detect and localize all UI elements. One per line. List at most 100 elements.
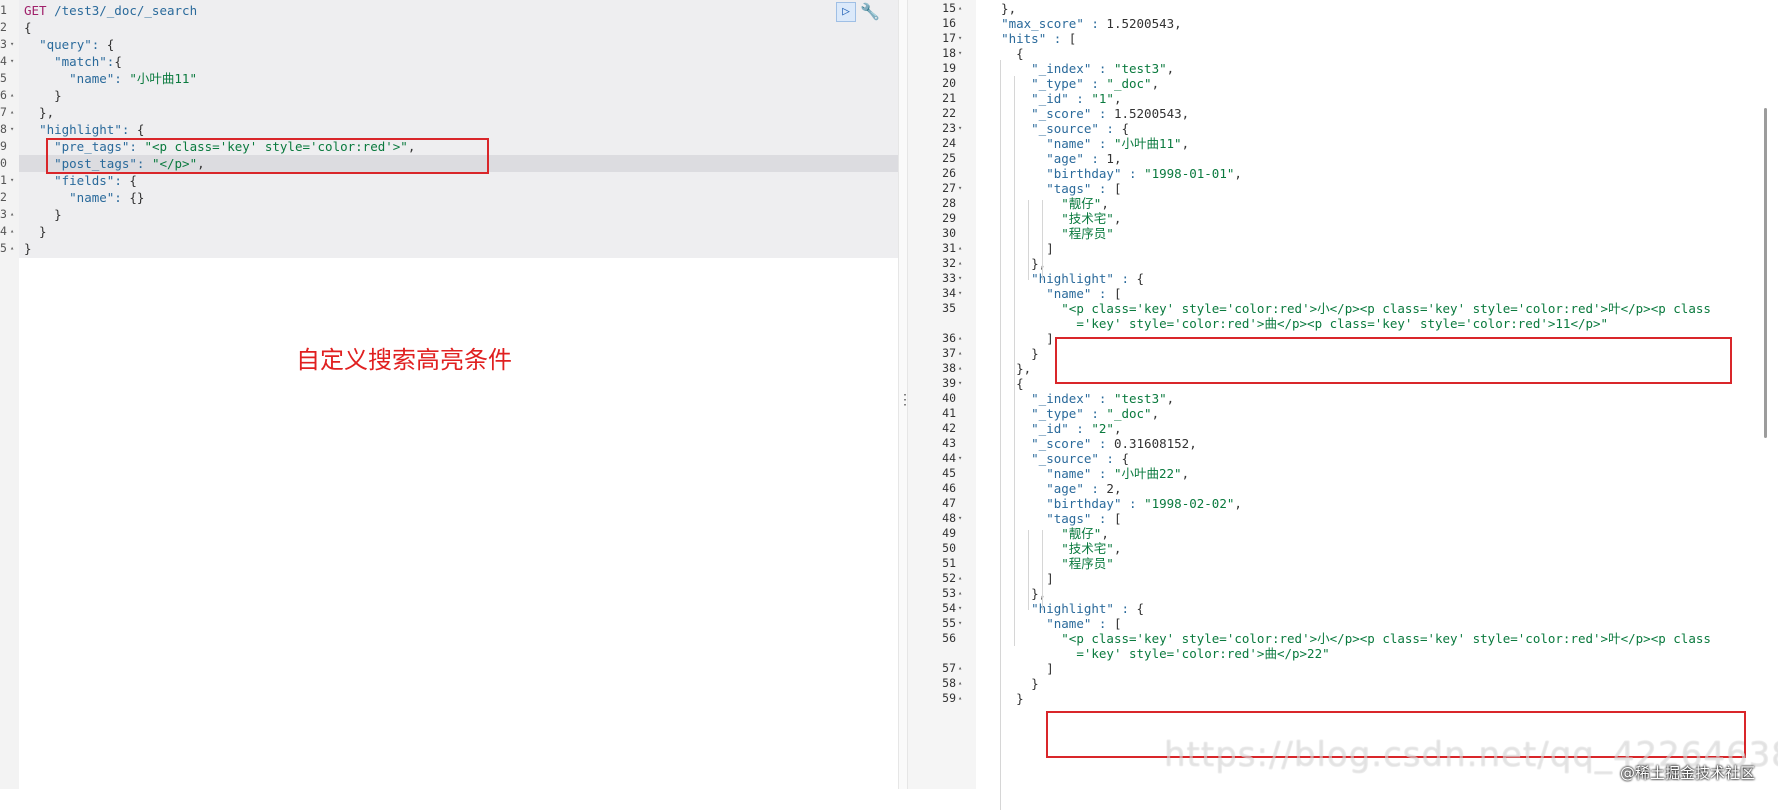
response-code-line: "highlight" : { [1031,601,1145,616]
indent-guide [1042,530,1043,610]
response-line-number: 22 [942,106,956,120]
response-code-line: "name" : [ [1046,286,1122,301]
code-line[interactable]: } [24,87,62,104]
vertical-dots-icon[interactable]: ⋮ [898,392,912,408]
fold-open-icon[interactable]: ▾ [958,286,962,301]
fold-open-icon[interactable]: ▾ [958,121,962,136]
response-line-number: 53 [942,586,956,600]
code-line[interactable]: } [24,240,32,257]
response-line-number: 21 [942,91,956,105]
watermark: @稀土掘金技术社区 [1620,764,1756,782]
response-code-line: "_score" : 0.31608152, [1031,436,1197,451]
fold-close-icon[interactable]: ▴ [958,661,962,676]
fold-close-icon[interactable]: ▴ [10,223,14,240]
response-code-line: "tags" : [ [1046,511,1122,526]
run-request-button[interactable]: ▷ [836,2,856,22]
code-line[interactable]: }, [24,104,54,121]
response-code-line: "max_score" : 1.5200543, [1001,16,1182,31]
line-number: 4 ▾ [0,53,15,70]
fold-open-icon[interactable]: ▾ [958,271,962,286]
code-line[interactable]: "query": { [24,36,114,53]
fold-open-icon[interactable]: ▾ [958,601,962,616]
fold-close-icon[interactable]: ▴ [10,240,14,257]
response-line-number: 29 [942,211,956,225]
fold-close-icon[interactable]: ▴ [958,586,962,601]
response-code-line: "birthday" : "1998-01-01", [1046,166,1242,181]
code-line[interactable]: "highlight": { [24,121,144,138]
response-code-line: "_source" : { [1031,451,1130,466]
fold-open-icon[interactable]: ▾ [10,53,14,70]
response-code-line: ] [986,331,1054,346]
fold-open-icon[interactable]: ▾ [958,376,962,391]
indent-guide [1000,60,1001,810]
response-line-number: 54 [942,601,956,615]
fold-close-icon[interactable]: ▴ [958,571,962,586]
fold-open-icon[interactable]: ▾ [10,172,14,189]
response-line-number: 16 [942,16,956,30]
code-line[interactable]: "match":{ [24,53,122,70]
response-scrollbar[interactable] [1764,108,1767,438]
response-code-line: "<p class='key' style='color:red'>小</p><… [1061,301,1711,316]
fold-open-icon[interactable]: ▾ [958,46,962,61]
response-line-number: 40 [942,391,956,405]
response-line-number: 48 [942,511,956,525]
response-code-line: ] [986,661,1054,676]
fold-close-icon[interactable]: ▴ [10,87,14,104]
code-line[interactable]: { [24,19,32,36]
request-line[interactable]: GET /test3/_doc/_search [24,2,197,19]
fold-close-icon[interactable]: ▴ [10,206,14,223]
response-code-line: }, [986,361,1032,376]
response-code-line: { [986,376,1024,391]
response-line-number: 32 [942,256,956,270]
fold-close-icon[interactable]: ▴ [10,104,14,121]
fold-close-icon[interactable]: ▴ [958,256,962,271]
response-line-number: 56 [942,631,956,645]
response-code-line: ] [986,241,1054,256]
response-code-line: "_id" : "2", [1031,421,1122,436]
response-code-line: "技术宅", [1061,541,1122,556]
fold-open-icon[interactable]: ▾ [958,181,962,196]
response-code-line: "name" : [ [1046,616,1122,631]
response-line-number: 34 [942,286,956,300]
response-line-number: 58 [942,676,956,690]
response-line-number: 59 [942,691,956,705]
fold-close-icon[interactable]: ▴ [958,331,962,346]
fold-close-icon[interactable]: ▴ [958,361,962,376]
fold-close-icon[interactable]: ▴ [958,691,962,706]
response-line-number: 55 [942,616,956,630]
fold-close-icon[interactable]: ▴ [958,1,962,16]
response-line-number: 26 [942,166,956,180]
response-line-number: 35 [942,301,956,315]
fold-open-icon[interactable]: ▾ [10,36,14,53]
code-line[interactable]: "fields": { [24,172,137,189]
response-code-line: { [986,46,1024,61]
code-line[interactable]: "name": "小叶曲11" [24,70,197,87]
indent-guide [1014,76,1015,646]
response-code-line: "_type" : "_doc", [1031,76,1160,91]
response-code-line: ] [986,571,1054,586]
response-code-line: "birthday" : "1998-02-02", [1046,496,1242,511]
code-line[interactable]: } [24,223,47,240]
code-line[interactable]: "name": {} [24,189,144,206]
response-code-line: "靓仔", [1061,196,1109,211]
fold-close-icon[interactable]: ▴ [958,346,962,361]
response-line-number: 18 [942,46,956,60]
play-icon: ▷ [842,4,850,19]
fold-open-icon[interactable]: ▾ [10,121,14,138]
request-path: /test3/_doc/_search [46,3,198,18]
response-code-line: "age" : 1, [1046,151,1122,166]
fold-close-icon[interactable]: ▴ [958,241,962,256]
fold-open-icon[interactable]: ▾ [958,31,962,46]
response-code-line: "靓仔", [1061,526,1109,541]
fold-open-icon[interactable]: ▾ [958,616,962,631]
wrench-icon[interactable]: 🔧 [860,2,880,22]
response-code-line: "<p class='key' style='color:red'>小</p><… [1061,631,1711,646]
response-code-line: ='key' style='color:red'>曲</p><p class='… [1076,316,1609,331]
code-line[interactable]: } [24,206,62,223]
fold-close-icon[interactable]: ▴ [958,676,962,691]
line-number: 2 [0,20,7,34]
fold-open-icon[interactable]: ▾ [958,451,962,466]
response-line-number: 44 [942,451,956,465]
fold-open-icon[interactable]: ▾ [958,511,962,526]
annotation-label: 自定义搜索高亮条件 [296,346,512,374]
